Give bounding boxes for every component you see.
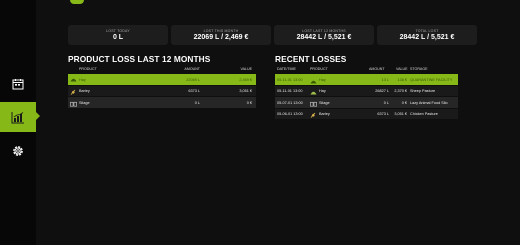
hay-icon <box>310 89 317 95</box>
summary-label: LOST THIS MONTH <box>203 29 239 33</box>
table-row[interactable]: Silage 0 L 0 € <box>68 97 256 109</box>
header-date: DATE/TIME <box>277 67 296 71</box>
summary-value: 28442 L / 5,521 € <box>399 34 455 41</box>
barley-icon <box>70 89 77 95</box>
active-nav-indicator <box>36 112 40 120</box>
header-amount: AMOUNT <box>369 67 385 71</box>
chart-icon <box>11 111 24 123</box>
loss-product: Hay <box>319 89 326 94</box>
product-name: Hay <box>79 77 86 82</box>
table-header: PRODUCT AMOUNT VALUE <box>68 65 256 74</box>
loss-value: 0 € <box>401 100 407 105</box>
summary-label: TOTAL LOST <box>415 29 439 33</box>
loss-value: 136 € <box>397 77 407 82</box>
silage-icon <box>310 101 317 107</box>
hay-icon <box>310 78 317 84</box>
header-product: PRODUCT <box>79 67 97 71</box>
loss-amount: 6373 L <box>377 112 389 117</box>
recent-losses-table: DATE/TIME PRODUCT AMOUNT VALUE STORAGE 0… <box>275 65 458 121</box>
summary-label: LOST TODAY <box>106 29 130 33</box>
gear-icon <box>13 146 23 156</box>
loss-amount: 0 L <box>383 100 389 105</box>
settings-nav-button[interactable] <box>0 137 36 165</box>
loss-date: 05-06-01 13:00 <box>277 112 303 117</box>
loss-amount: 26827 L <box>375 89 389 94</box>
header-value: VALUE <box>240 67 252 71</box>
product-value: 0 € <box>246 100 252 105</box>
product-amount: 22069 L <box>186 77 200 82</box>
logo <box>70 0 84 4</box>
summary-card-total: TOTAL LOST 28442 L / 5,521 € <box>377 25 477 45</box>
table-row[interactable]: 05-06-01 13:00 Barley 6373 L 3,051 € Chi… <box>275 108 458 121</box>
header-value: VALUE <box>396 67 408 71</box>
loss-value: 2,370 € <box>394 89 407 94</box>
loss-product: Hay <box>319 77 326 82</box>
loss-product: Barley <box>319 112 330 117</box>
calendar-nav-button[interactable] <box>0 70 36 98</box>
barley-icon <box>310 112 317 119</box>
product-amount: 6373 L <box>188 89 200 94</box>
summary-value: 0 L <box>112 34 124 41</box>
loss-amount: 13 L <box>381 77 389 82</box>
statistics-nav-button[interactable] <box>0 102 36 132</box>
table-row[interactable]: 05-11-01 13:00 Hay 13 L 136 € Quarantine… <box>275 74 458 86</box>
summary-label: LOST LAST 12 MONTHS <box>302 29 346 33</box>
product-amount: 0 L <box>194 100 200 105</box>
header-amount: AMOUNT <box>184 67 200 71</box>
loss-value: 3,051 € <box>394 112 407 117</box>
summary-card-today: LOST TODAY 0 L <box>68 25 168 45</box>
table-header: DATE/TIME PRODUCT AMOUNT VALUE STORAGE <box>275 65 458 74</box>
summary-card-12-months: LOST LAST 12 MONTHS 28442 L / 5,521 € <box>274 25 374 45</box>
loss-date: 05-11-01 13:00 <box>277 77 303 82</box>
product-loss-title: PRODUCT LOSS LAST 12 MONTHS <box>68 54 211 64</box>
loss-date: 05-11-01 13:00 <box>277 89 303 94</box>
header-product: PRODUCT <box>310 67 328 71</box>
summary-value: 28442 L / 5,521 € <box>296 34 352 41</box>
summary-card-month: LOST THIS MONTH 22069 L / 2,469 € <box>171 25 271 45</box>
loss-storage: Quarantine Facility <box>410 77 453 82</box>
product-value: 2,469 € <box>239 77 252 82</box>
table-row[interactable]: 05-07-01 13:00 Silage 0 L 0 € Lazy Anima… <box>275 97 458 109</box>
summary-value: 22069 L / 2,469 € <box>193 34 249 41</box>
table-row[interactable]: 05-11-01 13:00 Hay 26827 L 2,370 € Sheep… <box>275 85 458 98</box>
hay-icon <box>70 76 77 82</box>
loss-storage: Lazy Animal Food Silo <box>410 100 448 105</box>
table-row[interactable]: Hay 22069 L 2,469 € <box>68 74 256 86</box>
product-name: Barley <box>79 89 90 94</box>
loss-storage: Sheep Pasture <box>410 89 436 94</box>
product-value: 3,051 € <box>239 89 252 94</box>
recent-losses-title: RECENT LOSSES <box>275 54 347 64</box>
side-nav <box>0 0 36 245</box>
loss-storage: Chicken Pasture <box>410 112 438 117</box>
table-row[interactable]: Barley 6373 L 3,051 € <box>68 85 256 98</box>
product-loss-table: PRODUCT AMOUNT VALUE Hay 22069 L 2,469 €… <box>68 65 256 109</box>
loss-product: Silage <box>319 100 330 105</box>
calendar-icon <box>12 79 24 90</box>
header-storage: STORAGE <box>410 67 428 71</box>
silage-icon <box>70 101 77 107</box>
product-name: Silage <box>79 100 90 105</box>
loss-date: 05-07-01 13:00 <box>277 100 303 105</box>
